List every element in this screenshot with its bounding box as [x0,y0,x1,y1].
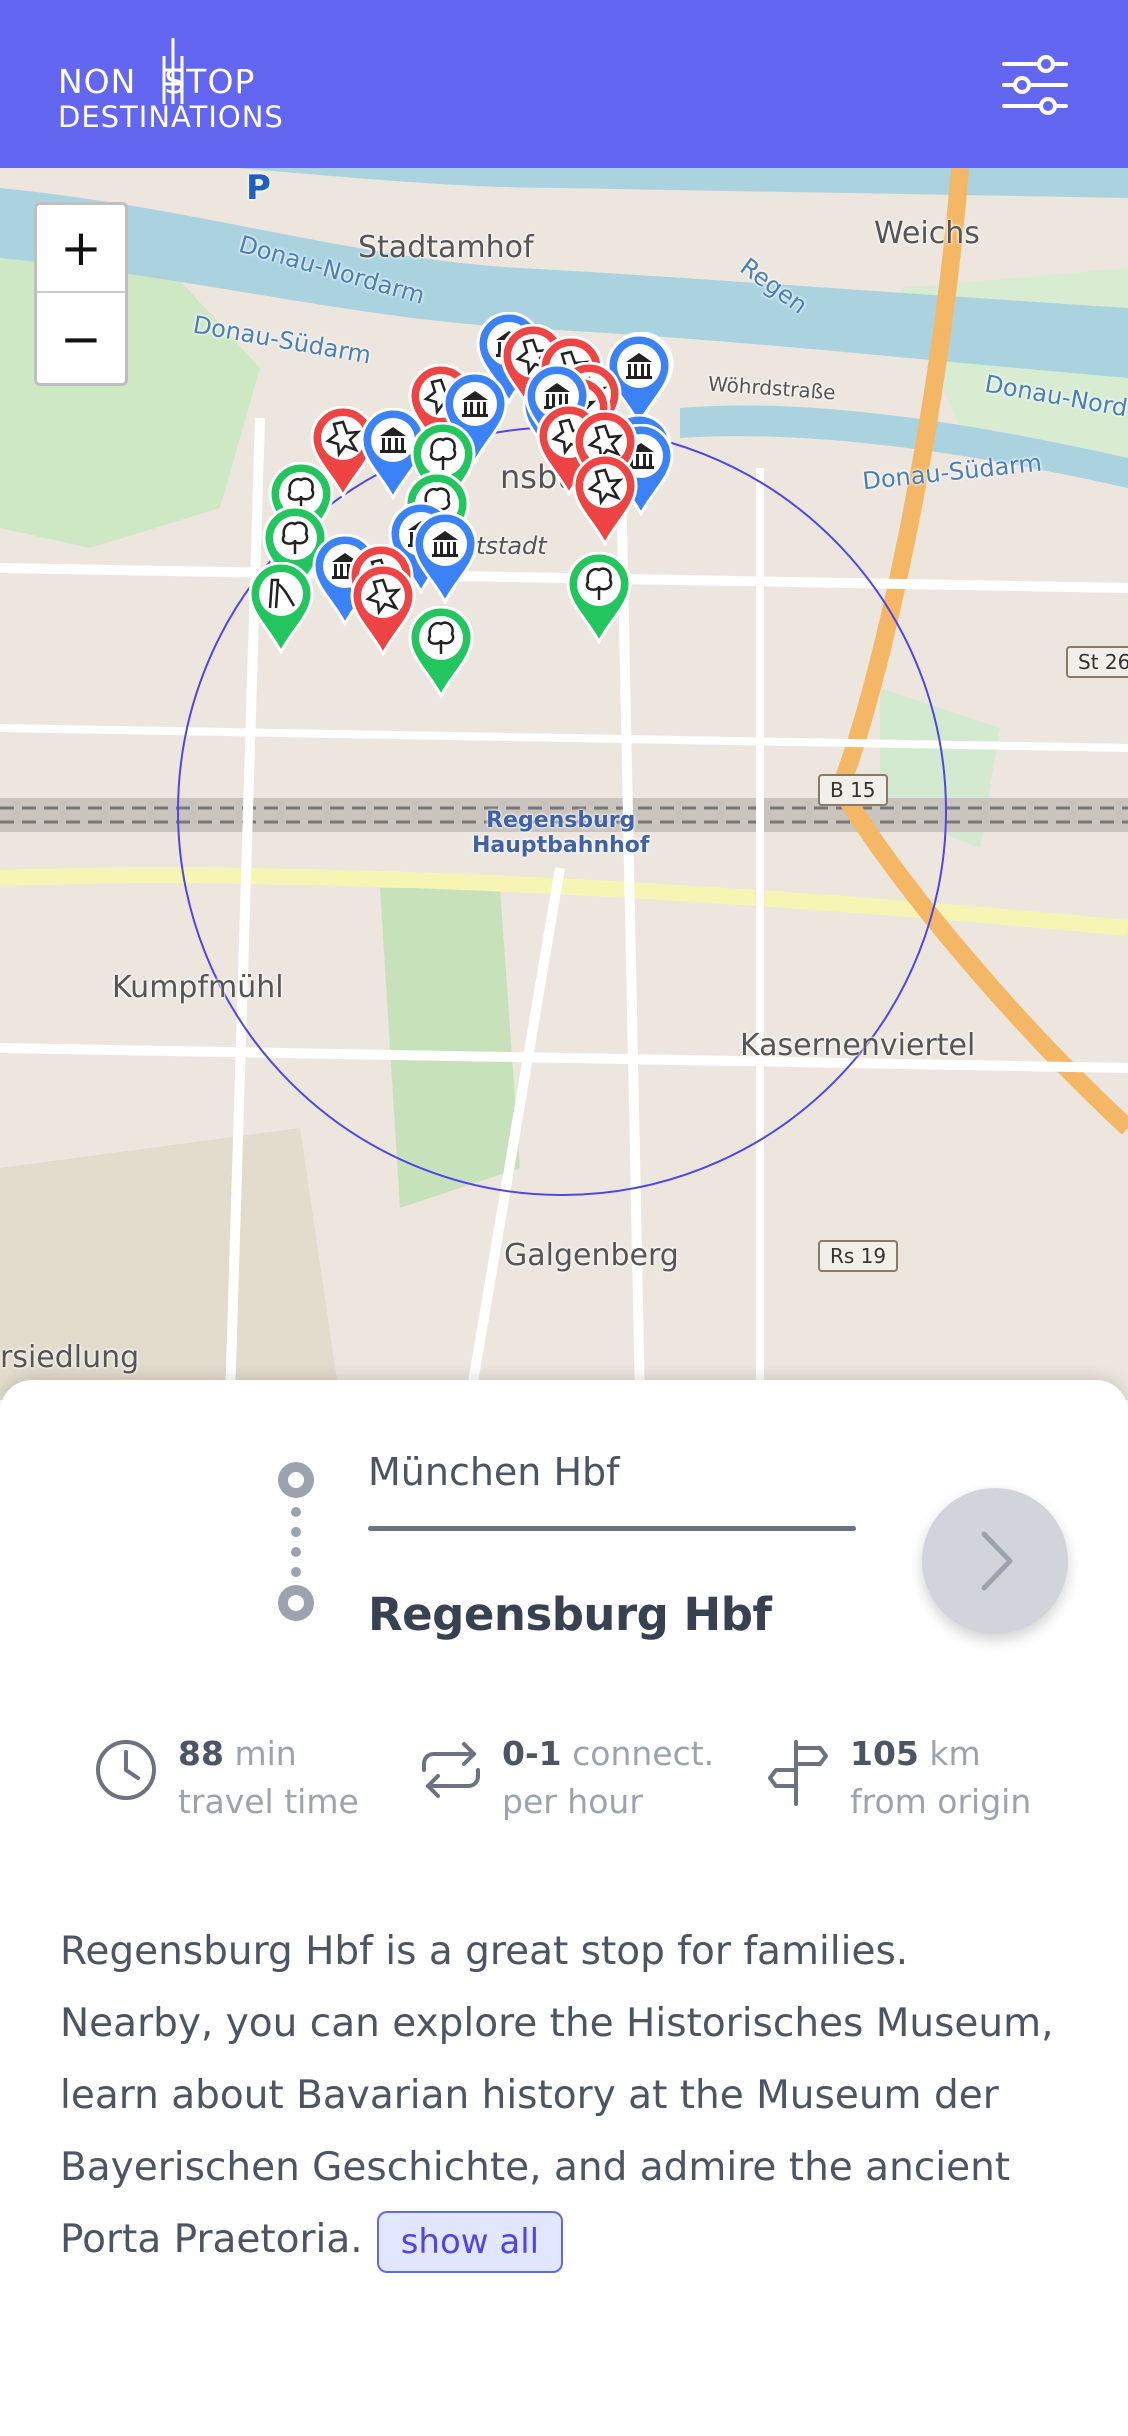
app-header: NON STOP DESTINATIONS [0,0,1128,168]
map-pin-sight[interactable] [350,564,416,656]
road-shield-rs19: Rs 19 [818,1240,899,1272]
distance-unit: km [929,1734,981,1773]
next-destination-button[interactable] [922,1488,1068,1634]
map-label-parking: P [246,168,271,208]
map-label-weichs: Weichs [874,216,980,251]
sliders-icon [1002,55,1068,115]
destination-card: München Hbf Regensburg Hbf 88 min travel… [0,1380,1128,2436]
origin-underline [368,1526,856,1531]
map-pin-playground[interactable] [248,562,314,654]
connections-value: 0-1 [502,1734,562,1773]
zoom-control: + − [34,202,128,386]
clock-icon [96,1740,156,1800]
map-label-altstadt: tstadt [476,532,547,560]
road-shield-st26: St 26 [1066,646,1128,678]
map-pin-nature[interactable] [566,552,632,644]
travel-time-label: travel time [178,1782,359,1821]
map-pin-museum[interactable] [412,512,478,604]
travel-time-value: 88 [178,1734,224,1773]
filter-button[interactable] [1000,54,1070,116]
tower-icon [162,38,184,104]
connections-unit: connect. [572,1734,715,1773]
map-pin-sight[interactable] [572,454,638,546]
repeat-icon [422,1742,480,1798]
map-label-hauptbahnhof: Regensburg Hauptbahnhof [472,808,650,858]
zoom-out-button[interactable]: − [37,295,125,383]
connections-label: per hour [502,1782,643,1821]
destination-station: Regensburg Hbf [368,1588,772,1641]
logo-word-non: NON [58,62,137,101]
road-shield-b15: B 15 [818,774,888,806]
chevron-right-icon [981,1531,1013,1591]
destination-description: Regensburg Hbf is a great stop for famil… [60,1916,1070,2276]
signpost-icon [768,1740,828,1806]
map-label-kasernenviertel: Kasernenviertel [740,1028,976,1063]
nonstop-destinations-logo[interactable]: NON STOP DESTINATIONS [58,36,298,136]
map-label-siedlung: rsiedlung [0,1340,140,1375]
distance-label: from origin [850,1782,1032,1821]
logo-word-destinations: DESTINATIONS [58,100,284,134]
map-label-stadtamhof: Stadtamhof [358,230,534,265]
map-label-galgenberg: Galgenberg [504,1238,679,1273]
distance-value: 105 [850,1734,919,1773]
zoom-in-button[interactable]: + [37,205,125,293]
show-all-button[interactable]: show all [376,2210,564,2273]
origin-station[interactable]: München Hbf [368,1450,620,1494]
map-view[interactable]: P Stadtamhof Weichs Regen Donau-Nordarm … [0,168,1128,1400]
map-pin-nature[interactable] [408,606,474,698]
map-label-kumpfmuehl: Kumpfmühl [112,970,284,1005]
travel-time-unit: min [234,1734,297,1773]
route-line-icon [278,1462,314,1621]
